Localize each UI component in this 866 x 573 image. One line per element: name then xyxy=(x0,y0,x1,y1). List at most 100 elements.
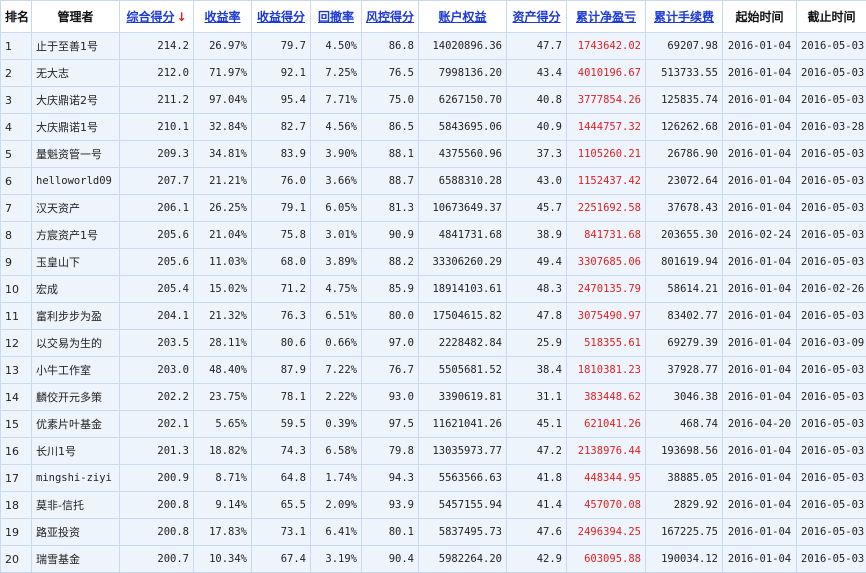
cell-drawdown: 0.66% xyxy=(311,330,362,357)
cell-risk-score: 88.7 xyxy=(362,168,419,195)
table-row: 14麟佼开元多策202.223.75%78.12.22%93.03390619.… xyxy=(1,384,866,411)
header-drawdown[interactable]: 回撤率 xyxy=(311,1,362,33)
cell-manager: 宏成 xyxy=(32,276,120,303)
cell-start-time: 2016-01-04 xyxy=(723,33,797,60)
cell-equity: 5843695.06 xyxy=(419,114,507,141)
cell-return-rate: 21.21% xyxy=(194,168,252,195)
table-row: 9玉皇山下205.611.03%68.03.89%88.233306260.29… xyxy=(1,249,866,276)
cell-manager: 小牛工作室 xyxy=(32,357,120,384)
header-total-score[interactable]: 综合得分↓ xyxy=(120,1,194,33)
cell-start-time: 2016-01-04 xyxy=(723,465,797,492)
cell-return-rate: 21.04% xyxy=(194,222,252,249)
cell-manager: 麟佼开元多策 xyxy=(32,384,120,411)
cell-cum-fee: 37928.77 xyxy=(646,357,723,384)
cell-return-score: 76.0 xyxy=(252,168,311,195)
cell-asset-score: 47.6 xyxy=(507,519,567,546)
cell-cum-fee: 3046.38 xyxy=(646,384,723,411)
cell-total-score: 210.1 xyxy=(120,114,194,141)
cell-cum-fee: 83402.77 xyxy=(646,303,723,330)
cell-return-score: 64.8 xyxy=(252,465,311,492)
cell-asset-score: 47.2 xyxy=(507,438,567,465)
header-start-time: 起始时间 xyxy=(723,1,797,33)
cell-total-score: 200.9 xyxy=(120,465,194,492)
cell-return-score: 82.7 xyxy=(252,114,311,141)
table-row: 13小牛工作室203.048.40%87.97.22%76.75505681.5… xyxy=(1,357,866,384)
cell-cum-pnl: 1152437.42 xyxy=(567,168,646,195)
table-row: 2无大志212.071.97%92.17.25%76.57998136.2043… xyxy=(1,60,866,87)
cell-cum-pnl: 2138976.44 xyxy=(567,438,646,465)
header-equity[interactable]: 账户权益 xyxy=(419,1,507,33)
cell-drawdown: 2.22% xyxy=(311,384,362,411)
header-risk-score[interactable]: 风控得分 xyxy=(362,1,419,33)
cell-equity: 5505681.52 xyxy=(419,357,507,384)
cell-asset-score: 45.1 xyxy=(507,411,567,438)
cell-cum-fee: 167225.75 xyxy=(646,519,723,546)
cell-start-time: 2016-01-04 xyxy=(723,168,797,195)
cell-return-score: 95.4 xyxy=(252,87,311,114)
header-cum-pnl[interactable]: 累计净盈亏 xyxy=(567,1,646,33)
cell-rank: 11 xyxy=(1,303,32,330)
cell-return-rate: 26.25% xyxy=(194,195,252,222)
cell-rank: 12 xyxy=(1,330,32,357)
cell-return-score: 92.1 xyxy=(252,60,311,87)
cell-manager: helloworld09 xyxy=(32,168,120,195)
cell-cum-pnl: 2496394.25 xyxy=(567,519,646,546)
cell-asset-score: 47.7 xyxy=(507,33,567,60)
cell-equity: 13035973.77 xyxy=(419,438,507,465)
cell-equity: 17504615.82 xyxy=(419,303,507,330)
cell-cum-pnl: 3307685.06 xyxy=(567,249,646,276)
cell-risk-score: 86.5 xyxy=(362,114,419,141)
cell-start-time: 2016-02-24 xyxy=(723,222,797,249)
cell-return-score: 78.1 xyxy=(252,384,311,411)
cell-return-rate: 11.03% xyxy=(194,249,252,276)
cell-rank: 16 xyxy=(1,438,32,465)
header-return-score[interactable]: 收益得分 xyxy=(252,1,311,33)
cell-return-score: 79.7 xyxy=(252,33,311,60)
table-row: 4大庆鼎诺1号210.132.84%82.74.56%86.55843695.0… xyxy=(1,114,866,141)
cell-return-rate: 48.40% xyxy=(194,357,252,384)
cell-cum-pnl: 1444757.32 xyxy=(567,114,646,141)
cell-return-rate: 8.71% xyxy=(194,465,252,492)
cell-rank: 10 xyxy=(1,276,32,303)
cell-cum-pnl: 448344.95 xyxy=(567,465,646,492)
cell-drawdown: 6.58% xyxy=(311,438,362,465)
cell-start-time: 2016-01-04 xyxy=(723,438,797,465)
header-asset-score[interactable]: 资产得分 xyxy=(507,1,567,33)
cell-return-rate: 18.82% xyxy=(194,438,252,465)
cell-manager: 路亚投资 xyxy=(32,519,120,546)
cell-start-time: 2016-01-04 xyxy=(723,114,797,141)
cell-end-time: 2016-05-03 xyxy=(797,249,866,276)
cell-manager: 瑞雪基金 xyxy=(32,546,120,573)
cell-drawdown: 3.90% xyxy=(311,141,362,168)
cell-risk-score: 90.9 xyxy=(362,222,419,249)
cell-total-score: 214.2 xyxy=(120,33,194,60)
cell-cum-pnl: 1810381.23 xyxy=(567,357,646,384)
cell-drawdown: 3.01% xyxy=(311,222,362,249)
cell-total-score: 203.0 xyxy=(120,357,194,384)
cell-rank: 9 xyxy=(1,249,32,276)
cell-cum-pnl: 603095.88 xyxy=(567,546,646,573)
cell-cum-fee: 26786.90 xyxy=(646,141,723,168)
cell-risk-score: 80.0 xyxy=(362,303,419,330)
cell-equity: 3390619.81 xyxy=(419,384,507,411)
cell-risk-score: 90.4 xyxy=(362,546,419,573)
cell-end-time: 2016-02-26 xyxy=(797,276,866,303)
table-row: 7汉天资产206.126.25%79.16.05%81.310673649.37… xyxy=(1,195,866,222)
cell-equity: 18914103.61 xyxy=(419,276,507,303)
cell-total-score: 200.8 xyxy=(120,492,194,519)
header-cum-fee[interactable]: 累计手续费 xyxy=(646,1,723,33)
cell-end-time: 2016-05-03 xyxy=(797,195,866,222)
cell-start-time: 2016-01-04 xyxy=(723,546,797,573)
cell-equity: 14020896.36 xyxy=(419,33,507,60)
cell-risk-score: 76.7 xyxy=(362,357,419,384)
cell-equity: 33306260.29 xyxy=(419,249,507,276)
cell-asset-score: 43.0 xyxy=(507,168,567,195)
header-return-rate[interactable]: 收益率 xyxy=(194,1,252,33)
cell-risk-score: 94.3 xyxy=(362,465,419,492)
table-row: 12以交易为生的203.528.11%80.60.66%97.02228482.… xyxy=(1,330,866,357)
cell-asset-score: 48.3 xyxy=(507,276,567,303)
cell-cum-pnl: 841731.68 xyxy=(567,222,646,249)
cell-rank: 8 xyxy=(1,222,32,249)
cell-asset-score: 37.3 xyxy=(507,141,567,168)
cell-equity: 5982264.20 xyxy=(419,546,507,573)
